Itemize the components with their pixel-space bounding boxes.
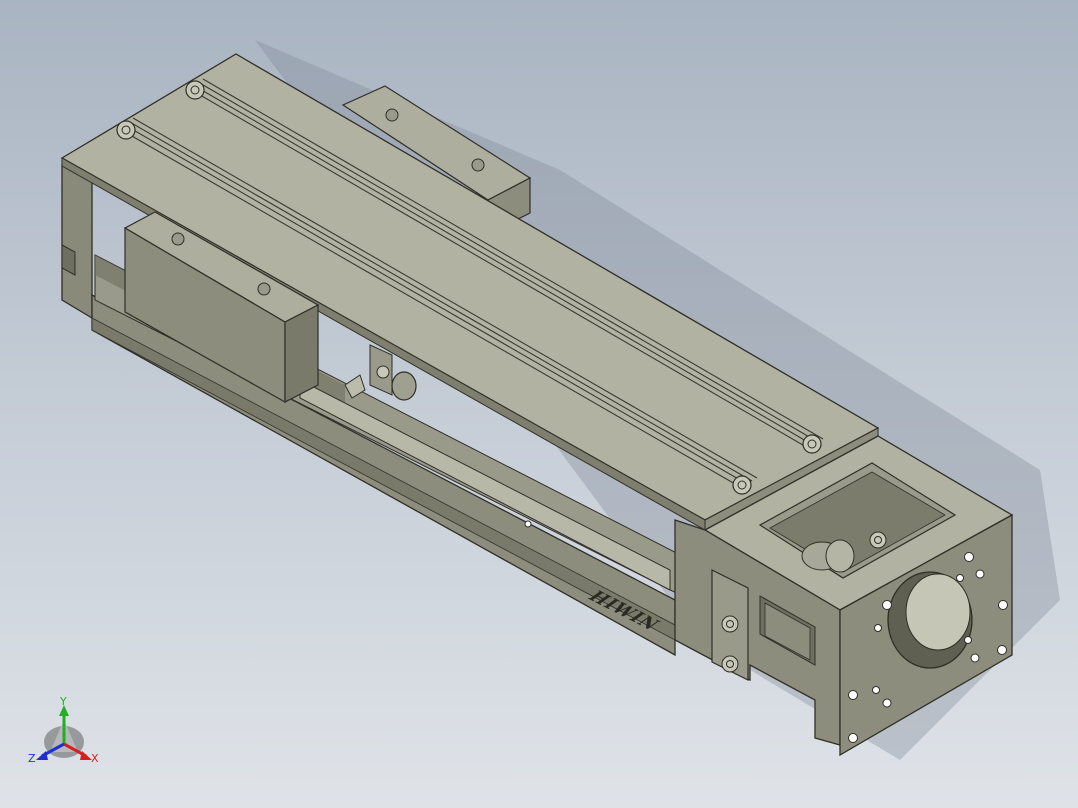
screw-icon — [802, 434, 822, 454]
orientation-triad[interactable]: Y X Z — [28, 695, 99, 765]
screw-icon — [185, 80, 205, 100]
x-axis-label: X — [91, 752, 99, 765]
model-canvas[interactable]: HIWIN Y X Z — [0, 0, 1078, 808]
y-axis-label: Y — [59, 695, 67, 708]
screw-icon — [721, 615, 739, 633]
screw-icon — [721, 655, 739, 673]
3d-viewport[interactable]: HIWIN Y X Z — [0, 0, 1078, 808]
z-axis-arrow — [36, 751, 48, 760]
side-hole — [524, 520, 532, 528]
motor-bore-inner — [905, 573, 971, 651]
carriage-side — [284, 304, 319, 403]
z-axis-label: Z — [28, 752, 36, 765]
base-left-end — [61, 163, 93, 320]
screw-icon — [732, 475, 752, 495]
screw-icon — [116, 120, 136, 140]
